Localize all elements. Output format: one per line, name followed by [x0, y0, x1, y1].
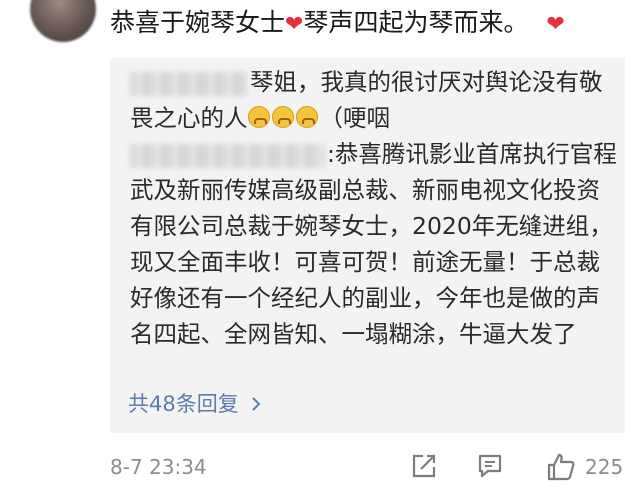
red-heart-icon: ❤: [546, 12, 565, 37]
comment-text-head: 恭喜于婉琴女士: [110, 8, 286, 37]
comment-text-tail: 琴声四起为琴而来。: [303, 8, 529, 37]
reply-username[interactable]: 琴姐，: [250, 68, 321, 96]
comment-text: 恭喜于婉琴女士❤琴声四起为琴而来。 ❤: [110, 6, 630, 42]
share-icon[interactable]: [410, 452, 440, 482]
more-replies-label: 共48条回复: [128, 392, 239, 416]
reply-item: 琴姐，我真的很讨厌对舆论没有敬畏之心的人 （哽咽: [130, 64, 620, 136]
crying-emoji-icon: [247, 106, 270, 128]
crying-emoji-icon: [295, 106, 318, 128]
chevron-right-icon: [251, 393, 261, 417]
reply-text: 恭喜腾讯影业首席执行官程武及新丽传媒高级副总裁、新丽电视文化投资有限公司总裁于婉…: [130, 140, 617, 348]
avatar[interactable]: [30, 0, 96, 42]
reply-text-tail: （哽咽: [319, 104, 391, 132]
blurred-username[interactable]: [130, 143, 325, 168]
comment-icon[interactable]: [476, 452, 506, 482]
comment-footer: 8-7 23:34 225: [110, 452, 624, 482]
more-replies-link[interactable]: 共48条回复: [128, 388, 261, 418]
reply-username[interactable]: :: [327, 140, 335, 168]
blurred-username[interactable]: [130, 71, 248, 96]
crying-emoji-icon: [271, 106, 294, 128]
reply-item: :恭喜腾讯影业首席执行官程武及新丽传媒高级副总裁、新丽电视文化投资有限公司总裁于…: [130, 136, 620, 352]
thumbs-up-icon[interactable]: [546, 452, 576, 482]
like-count: 225: [585, 455, 624, 479]
timestamp: 8-7 23:34: [110, 455, 207, 479]
reply-box: 琴姐，我真的很讨厌对舆论没有敬畏之心的人 （哽咽 :恭喜腾讯影业首席执行官程武及新…: [110, 58, 625, 433]
red-heart-icon: ❤: [285, 12, 304, 37]
